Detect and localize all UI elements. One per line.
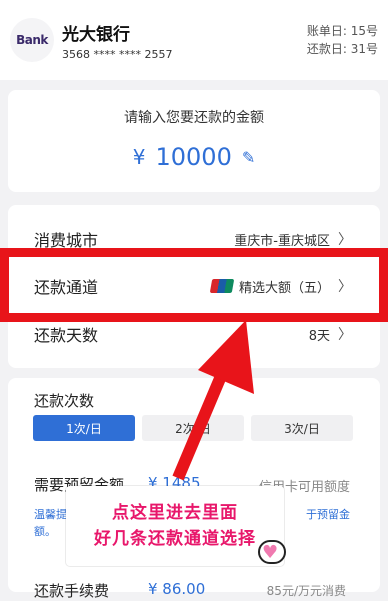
frequency-option-1[interactable]: 1次/日 <box>33 415 135 441</box>
bill-day: 账单日: 15号 <box>306 24 378 38</box>
bank-header: Bank 光大银行 3568 **** **** 2557 账单日: 15号 还… <box>0 0 388 80</box>
card-number: 3568 **** **** 2557 <box>62 47 173 61</box>
repay-day: 还款日: 31号 <box>306 42 378 56</box>
bank-logo: Bank <box>10 18 54 62</box>
bank-name: 光大银行 <box>62 24 130 45</box>
currency-symbol: ¥ <box>132 145 146 169</box>
fee-label: 还款手续费 <box>34 582 110 600</box>
highlight-box <box>0 248 388 322</box>
days-value: 8天 <box>308 328 330 344</box>
chevron-right-icon: 〉 <box>338 232 352 248</box>
days-value-wrap: 8天 〉 <box>309 324 352 344</box>
reserve-tip-right: 于预留金 <box>306 508 350 521</box>
reserve-tip-line2: 额。 <box>34 525 56 538</box>
amount-card: 请输入您要还款的金额 ¥ 10000 ✎ <box>8 90 380 192</box>
frequency-title: 还款次数 <box>34 392 95 410</box>
annotation-line-2: 好几条还款通道选择 <box>94 529 256 549</box>
amount-input[interactable]: ¥ 10000 ✎ <box>8 143 380 171</box>
reserve-tip-line1: 温馨提 <box>34 508 67 521</box>
city-value-wrap: 重庆市-重庆城区 〉 <box>234 229 352 249</box>
frequency-option-3[interactable]: 3次/日 <box>251 415 353 441</box>
amount-value[interactable]: 10000 <box>155 143 231 171</box>
bank-logo-text: Bank <box>16 33 48 47</box>
frequency-option-2[interactable]: 2次/日 <box>142 415 244 441</box>
city-value: 重庆市-重庆城区 <box>234 233 330 249</box>
chevron-right-icon: 〉 <box>338 327 352 343</box>
fee-rate: 85元/万元消费 <box>266 584 346 598</box>
annotation-line-1: 点这里进去里面 <box>112 503 238 523</box>
days-label: 还款天数 <box>34 326 99 345</box>
fee-value: ¥ 86.00 <box>148 580 206 598</box>
amount-prompt: 请输入您要还款的金额 <box>124 110 264 126</box>
reserve-tip-left: 温馨提 额。 <box>34 506 67 540</box>
bill-dates: 账单日: 15号 还款日: 31号 <box>307 22 378 58</box>
annotation-callout: 点这里进去里面 好几条还款通道选择 <box>66 486 284 566</box>
edit-pencil-icon[interactable]: ✎ <box>242 148 255 167</box>
bank-info: 光大银行 3568 **** **** 2557 <box>62 20 307 61</box>
heart-icon: ♥ <box>262 542 279 563</box>
